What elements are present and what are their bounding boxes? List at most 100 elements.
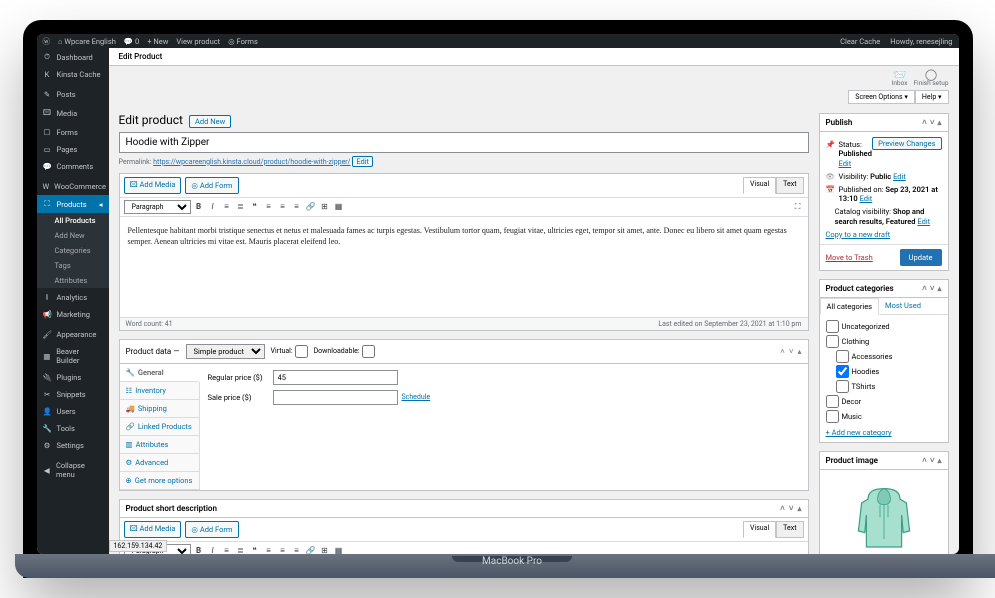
bold-icon[interactable]: B [193, 201, 205, 213]
virtual-checkbox[interactable] [295, 345, 308, 358]
screen-options-button[interactable]: Screen Options ▾ [848, 90, 915, 104]
category-checkbox[interactable] [826, 320, 839, 333]
toolbar-toggle-icon[interactable]: ▦ [333, 545, 345, 555]
editor-content[interactable]: Pellentesque habitant morbi tristique se… [120, 217, 808, 317]
menu-dashboard[interactable]: ⏱Dashboard [37, 48, 109, 66]
most-used-tab[interactable]: Most Used [879, 298, 927, 314]
move-to-trash[interactable]: Move to Trash [826, 253, 873, 262]
menu-analytics[interactable]: ⫾Analytics [37, 288, 109, 306]
link-icon[interactable]: 🔗 [305, 545, 317, 555]
align-right-icon[interactable]: ≡ [291, 201, 303, 213]
tab-advanced[interactable]: ⚙Advanced [120, 454, 199, 472]
align-right-icon[interactable]: ≡ [291, 545, 303, 555]
add-new-button[interactable]: Add New [189, 115, 231, 128]
more-icon[interactable]: ⊞ [319, 545, 331, 555]
menu-appearance[interactable]: 🖌Appearance [37, 326, 109, 343]
wp-logo-icon[interactable]: ⓦ [43, 36, 51, 47]
permalink-edit-button[interactable]: Edit [352, 156, 373, 167]
submenu-add-new[interactable]: Add New [37, 228, 109, 243]
align-center-icon[interactable]: ≡ [277, 201, 289, 213]
finish-setup-button[interactable]: ◯Finish setup [913, 69, 948, 87]
menu-users[interactable]: 👤Users [37, 403, 109, 420]
add-media-button[interactable]: 🖾 Add Media [124, 177, 182, 194]
preview-button[interactable]: Preview Changes [872, 137, 941, 150]
submenu-tags[interactable]: Tags [37, 258, 109, 273]
chevron-up-icon[interactable]: ˄ [922, 118, 927, 127]
chevron-down-icon[interactable]: ˅ [930, 284, 935, 293]
toggle-icon[interactable]: ▴ [797, 504, 801, 513]
menu-snippets[interactable]: ✂Snippets [37, 386, 109, 403]
tab-general[interactable]: 🔧General [120, 364, 200, 382]
inbox-button[interactable]: 📨Inbox [892, 69, 908, 87]
menu-forms[interactable]: ☐Forms [37, 124, 109, 141]
view-product[interactable]: View product [176, 37, 220, 46]
italic-icon[interactable]: I [207, 201, 219, 213]
more-icon[interactable]: ⊞ [319, 201, 331, 213]
short-add-form-button[interactable]: ◎ Add Form [185, 521, 238, 538]
menu-kinsta[interactable]: KKinsta Cache [37, 66, 109, 83]
menu-beaver[interactable]: ▦Beaver Builder [37, 343, 109, 369]
chevron-up-icon[interactable]: ˄ [922, 284, 927, 293]
category-checkbox[interactable] [836, 350, 849, 363]
quote-icon[interactable]: ❝ [249, 545, 261, 555]
number-list-icon[interactable]: ≣ [235, 201, 247, 213]
toggle-icon[interactable]: ▴ [797, 347, 801, 356]
edit-catalog-link[interactable]: Edit [917, 217, 930, 226]
category-checkbox[interactable] [826, 410, 839, 423]
format-select[interactable]: Paragraph [124, 200, 191, 214]
bold-icon[interactable]: B [193, 545, 205, 555]
menu-woocommerce[interactable]: WWooCommerce [37, 178, 109, 195]
align-center-icon[interactable]: ≡ [277, 545, 289, 555]
edit-visibility-link[interactable]: Edit [893, 172, 906, 181]
collapse-menu[interactable]: ◀Collapse menu [37, 457, 109, 483]
align-left-icon[interactable]: ≡ [263, 545, 275, 555]
toggle-icon[interactable]: ▴ [937, 284, 941, 293]
tab-inventory[interactable]: ☷Inventory [120, 382, 199, 400]
link-icon[interactable]: 🔗 [305, 201, 317, 213]
site-name[interactable]: ⌂ Wpcare English [58, 37, 116, 46]
category-checkbox[interactable] [826, 335, 839, 348]
category-checkbox[interactable] [836, 380, 849, 393]
help-button[interactable]: Help ▾ [915, 90, 949, 104]
text-tab[interactable]: Text [776, 177, 803, 194]
all-categories-tab[interactable]: All categories [820, 298, 880, 315]
menu-plugins[interactable]: 🔌Plugins [37, 369, 109, 386]
add-form-button[interactable]: ◎ Add Form [185, 177, 238, 194]
menu-tools[interactable]: 🔧Tools [37, 420, 109, 437]
chevron-down-icon[interactable]: ˅ [789, 347, 794, 356]
clear-cache[interactable]: Clear Cache [840, 37, 880, 46]
chevron-down-icon[interactable]: ˅ [789, 504, 794, 513]
short-visual-tab[interactable]: Visual [743, 521, 776, 538]
bullet-list-icon[interactable]: ≡ [221, 545, 233, 555]
add-category-link[interactable]: + Add new category [826, 428, 892, 437]
bullet-list-icon[interactable]: ≡ [221, 201, 233, 213]
sale-price-input[interactable] [273, 390, 398, 405]
italic-icon[interactable]: I [207, 545, 219, 555]
toggle-icon[interactable]: ▴ [937, 118, 941, 127]
schedule-link[interactable]: Schedule [402, 393, 431, 401]
copy-draft-link[interactable]: Copy to a new draft [826, 230, 891, 240]
permalink-link[interactable]: https://wpcareenglish.kinsta.cloud/produ… [153, 158, 350, 166]
new-menu[interactable]: + New [147, 37, 168, 46]
quote-icon[interactable]: ❝ [249, 201, 261, 213]
tab-attributes[interactable]: ▥Attributes [120, 436, 199, 454]
submenu-attributes[interactable]: Attributes [37, 273, 109, 288]
toolbar-toggle-icon[interactable]: ▦ [333, 201, 345, 213]
chevron-up-icon[interactable]: ˄ [780, 347, 785, 356]
edit-status-link[interactable]: Edit [839, 159, 852, 168]
product-title-input[interactable] [119, 132, 809, 153]
align-left-icon[interactable]: ≡ [263, 201, 275, 213]
menu-media[interactable]: 🖾Media [37, 103, 109, 124]
tab-shipping[interactable]: 🚚Shipping [120, 400, 199, 418]
product-type-select[interactable]: Simple product [186, 344, 265, 359]
howdy[interactable]: Howdy, renesejling [890, 37, 952, 46]
forms-menu[interactable]: ◎ Forms [228, 37, 258, 46]
category-checkbox[interactable] [836, 365, 849, 378]
visual-tab[interactable]: Visual [743, 177, 776, 194]
fullscreen-icon[interactable]: ⛶ [792, 201, 804, 213]
number-list-icon[interactable]: ≣ [235, 545, 247, 555]
submenu-categories[interactable]: Categories [37, 243, 109, 258]
downloadable-checkbox[interactable] [362, 345, 375, 358]
chevron-up-icon[interactable]: ˄ [780, 504, 785, 513]
menu-marketing[interactable]: 📢Marketing [37, 306, 109, 323]
